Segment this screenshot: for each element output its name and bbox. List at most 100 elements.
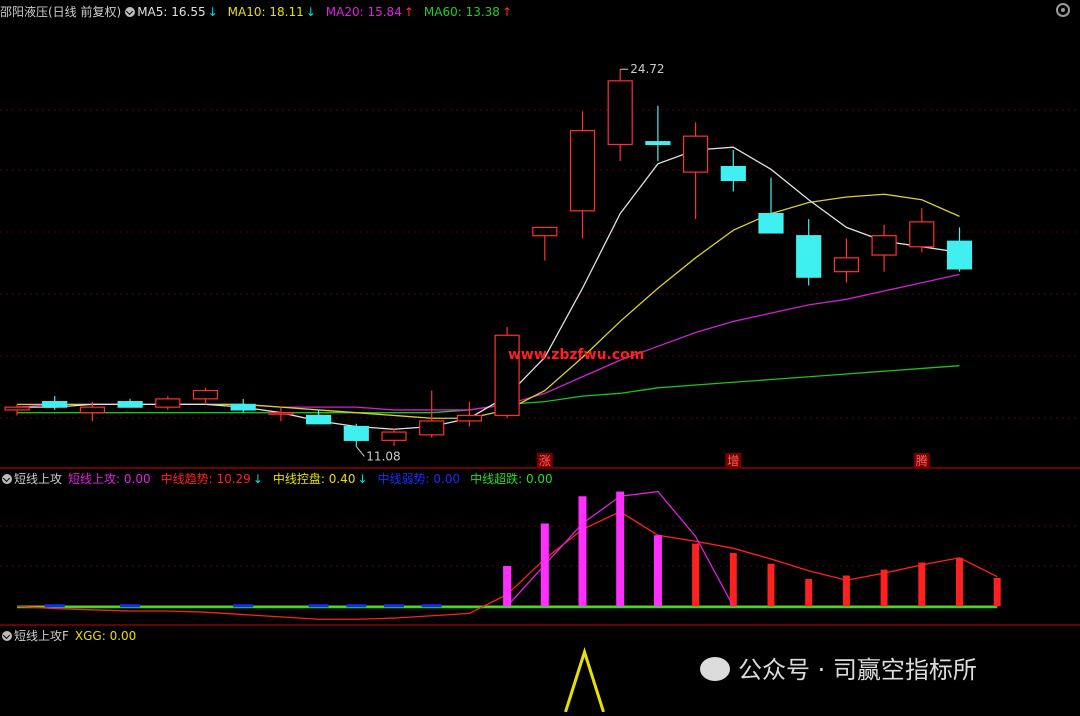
wechat-watermark: 公众号 · 司赢空指标所	[700, 650, 977, 685]
candle-18	[645, 105, 671, 162]
ma5-line	[17, 146, 960, 430]
candle-9	[306, 409, 332, 425]
candle-body	[720, 165, 746, 181]
pink-bar	[503, 566, 512, 607]
ind1-legend-5: 中线超跌: 0.00	[470, 472, 553, 486]
candle-22	[796, 219, 822, 286]
annotation-label: 24.72	[630, 62, 664, 76]
candle-body	[758, 212, 784, 234]
signal-marker: 腾	[916, 453, 928, 468]
wechat-icon	[700, 657, 730, 681]
annotation-arrow	[355, 446, 365, 457]
indicator1-title: 短线上攻	[14, 472, 63, 486]
collapse-icon[interactable]	[125, 7, 136, 17]
ind2-legend-1: XGG: 0.00	[74, 629, 137, 643]
candle-body	[946, 240, 973, 270]
candle-10	[343, 423, 369, 447]
ma-legend-3: MA20: 15.84	[325, 5, 402, 19]
indicator1-header: 短线上攻 短线上攻: 0.00 中线趋势: 10.29 ↓ 中线控盘: 0.40 ↓ 中线弱…	[0, 469, 565, 489]
pink-bar	[653, 535, 662, 607]
ma-legend-arrow-3: ↑	[403, 5, 414, 19]
red-bar	[918, 562, 926, 607]
candle-13	[456, 401, 482, 427]
candle-body	[343, 425, 369, 441]
candle-12	[419, 390, 445, 438]
red-bar	[729, 553, 737, 607]
candle-24	[871, 224, 897, 272]
collapse-icon[interactable]	[2, 631, 12, 641]
candle-20	[720, 149, 746, 192]
xgg-spike	[564, 647, 605, 713]
settings-icon[interactable]	[1056, 3, 1070, 17]
candle-19	[682, 122, 709, 220]
annotation-label: 11.08	[366, 449, 400, 463]
blue-bar	[233, 604, 254, 608]
ind1-legend-1: 短线上攻: 0.00	[68, 472, 151, 486]
ind1-legend-2: 中线趋势: 10.29	[160, 472, 251, 486]
candle-8	[268, 407, 294, 421]
ma-legend-arrow-2: ↓	[305, 5, 316, 19]
candle-body	[381, 431, 407, 441]
red-bar	[692, 543, 700, 607]
blue-bar	[44, 604, 65, 608]
candle-14	[494, 326, 520, 419]
ma-legend-arrow-4: ↑	[501, 5, 512, 19]
candle-body	[42, 401, 68, 408]
blue-bar	[421, 604, 442, 608]
red-bar	[767, 563, 775, 607]
pink-bar	[616, 491, 625, 607]
candle-26	[946, 227, 973, 272]
candle-body	[192, 389, 219, 400]
candle-body	[607, 80, 633, 146]
blue-bar	[308, 604, 329, 608]
candle-body	[645, 141, 671, 146]
candle-body	[796, 235, 822, 278]
candle-21	[758, 177, 784, 234]
candle-2	[42, 396, 68, 410]
candle-16	[569, 111, 596, 239]
ma-legend-2: MA10: 18.11	[227, 5, 304, 19]
indicator2-title: 短线上攻F	[14, 629, 69, 643]
candle-body	[117, 401, 143, 408]
candle-4	[117, 398, 143, 408]
candle-25	[909, 208, 935, 253]
candle-15	[532, 226, 558, 261]
candle-body	[532, 226, 558, 237]
candle-body	[909, 221, 935, 248]
signal-marker: 增	[727, 454, 739, 468]
candle-body	[230, 403, 256, 411]
blue-bar	[384, 604, 404, 608]
ma-legend-4: MA60: 13.38	[423, 5, 500, 19]
main-header: 邵阳液压(日线 前复权) MA5: 16.55 ↓ MA10: 18.11 ↓ MA20:…	[0, 2, 524, 22]
candle-body	[155, 398, 181, 408]
collapse-icon[interactable]	[2, 474, 12, 484]
ind1-legend-3: 中线控盘: 0.40	[272, 472, 356, 486]
blue-bar	[346, 604, 367, 608]
watermark-text: 公众号 · 司赢空指标所	[738, 656, 977, 684]
ma20-line	[16, 273, 960, 411]
candle-body	[79, 406, 106, 414]
ind1-legend-arrow-2: ↓	[252, 472, 263, 486]
candle-body	[569, 130, 596, 212]
candle-7	[230, 398, 256, 413]
ma-legend-arrow-1: ↓	[207, 5, 218, 19]
blue-bar	[120, 604, 141, 608]
ma-legend-1: MA5: 16.55	[137, 5, 206, 19]
candle-11	[381, 429, 407, 446]
pink-bar	[540, 523, 549, 607]
ma10-line	[17, 193, 960, 419]
ind1-legend-arrow-3: ↓	[357, 472, 368, 486]
red-bar	[993, 577, 1001, 607]
candle-body	[871, 235, 897, 256]
ind1-legend-4: 中线弱势: 0.00	[377, 472, 461, 486]
candle-body	[833, 257, 860, 273]
signal-marker: 涨	[539, 453, 551, 468]
candle-6	[192, 387, 219, 405]
candle-body	[4, 406, 30, 411]
candle-5	[155, 396, 181, 410]
site-watermark: www.zbzfwu.com	[508, 347, 645, 363]
candle-body	[456, 414, 482, 422]
candle-body	[306, 414, 332, 425]
pink-bar	[578, 496, 587, 607]
red-bar	[842, 575, 850, 607]
